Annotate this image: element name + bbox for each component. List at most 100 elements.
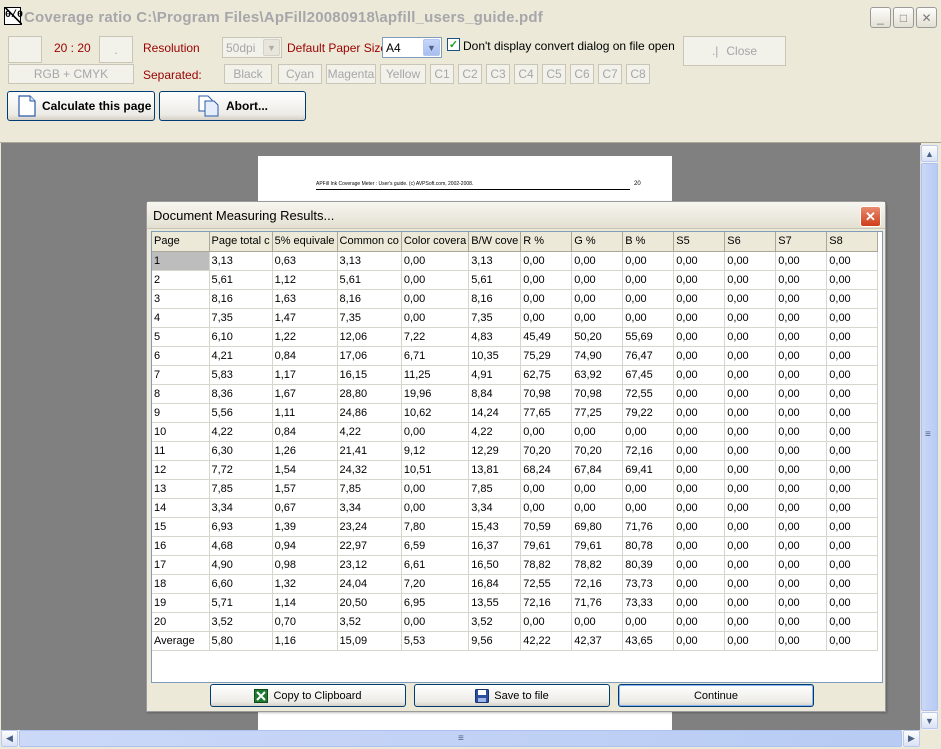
table-cell[interactable]: 0,00 bbox=[673, 555, 726, 575]
table-cell[interactable]: 0,00 bbox=[775, 289, 828, 309]
table-cell[interactable]: 0,00 bbox=[673, 365, 726, 385]
table-cell[interactable]: 0,00 bbox=[826, 365, 879, 385]
separation-button-c8[interactable]: C8 bbox=[626, 64, 650, 84]
table-cell[interactable]: 4,90 bbox=[209, 555, 273, 575]
table-cell[interactable]: 0,00 bbox=[673, 384, 726, 404]
table-cell[interactable]: 7,20 bbox=[401, 574, 470, 594]
table-cell[interactable]: 42,37 bbox=[571, 631, 624, 651]
table-cell[interactable]: 76,47 bbox=[622, 346, 675, 366]
table-cell[interactable]: 79,22 bbox=[622, 403, 675, 423]
table-cell[interactable]: 8,16 bbox=[209, 289, 273, 309]
table-row[interactable]: Average 5,80 1,16 15,09 5,53 9,56 42,22 42,37 43… bbox=[152, 631, 879, 651]
table-cell[interactable]: 72,55 bbox=[520, 574, 573, 594]
table-cell[interactable]: 0,00 bbox=[673, 289, 726, 309]
table-cell[interactable]: 0,00 bbox=[673, 251, 726, 271]
separation-button-black[interactable]: Black bbox=[224, 64, 272, 84]
separation-button-magenta[interactable]: Magenta bbox=[326, 64, 376, 84]
table-cell[interactable]: 55,69 bbox=[622, 327, 675, 347]
table-row[interactable]: 10 4,22 0,84 4,22 0,00 4,22 0,00 0,00 0,00 0,00 0,… bbox=[152, 422, 879, 442]
table-cell[interactable]: 0,00 bbox=[673, 422, 726, 442]
dialog-close-button[interactable]: ✕ bbox=[860, 206, 881, 227]
table-cell[interactable]: 0,00 bbox=[571, 479, 624, 499]
table-cell[interactable]: 16,50 bbox=[468, 555, 522, 575]
table-cell[interactable]: 0,00 bbox=[520, 479, 573, 499]
table-cell[interactable]: 23,24 bbox=[337, 517, 402, 537]
table-cell[interactable]: 0,00 bbox=[724, 498, 777, 518]
table-cell[interactable]: 0,00 bbox=[520, 612, 573, 632]
column-header[interactable]: 5% equivale bbox=[272, 232, 338, 252]
table-row[interactable]: 13 7,85 1,57 7,85 0,00 7,85 0,00 0,00 0,00 0,00 0,… bbox=[152, 479, 879, 499]
table-cell[interactable]: 0,00 bbox=[775, 308, 828, 328]
table-row[interactable]: 16 4,68 0,94 22,97 6,59 16,37 79,61 79,61 80,78 0… bbox=[152, 536, 879, 556]
column-header[interactable]: R % bbox=[520, 232, 573, 252]
table-cell[interactable]: 0,00 bbox=[724, 593, 777, 613]
table-cell[interactable]: 0,00 bbox=[622, 498, 675, 518]
table-cell[interactable]: 13,55 bbox=[468, 593, 522, 613]
table-cell[interactable]: 5,61 bbox=[337, 270, 402, 290]
table-cell[interactable]: 0,00 bbox=[724, 346, 777, 366]
table-cell[interactable]: 63,92 bbox=[571, 365, 624, 385]
table-cell[interactable]: 0,00 bbox=[673, 612, 726, 632]
table-cell[interactable]: 0,00 bbox=[622, 251, 675, 271]
table-cell[interactable]: 77,25 bbox=[571, 403, 624, 423]
table-cell[interactable]: 5,61 bbox=[468, 270, 522, 290]
table-cell[interactable]: 1,12 bbox=[272, 270, 338, 290]
table-cell[interactable]: 1,22 bbox=[272, 327, 338, 347]
table-cell[interactable]: 69,80 bbox=[571, 517, 624, 537]
table-cell[interactable]: 16 bbox=[152, 536, 210, 556]
table-cell[interactable]: 0,00 bbox=[775, 479, 828, 499]
table-cell[interactable]: 5,71 bbox=[209, 593, 273, 613]
column-header[interactable]: B/W cove bbox=[468, 232, 522, 252]
table-cell[interactable]: 0,00 bbox=[724, 536, 777, 556]
table-cell[interactable]: 4,83 bbox=[468, 327, 522, 347]
table-cell[interactable]: 70,98 bbox=[571, 384, 624, 404]
table-cell[interactable]: 0,00 bbox=[724, 365, 777, 385]
table-cell[interactable]: 28,80 bbox=[337, 384, 402, 404]
table-cell[interactable]: 21,41 bbox=[337, 441, 402, 461]
table-cell[interactable]: 0,00 bbox=[401, 498, 470, 518]
table-row[interactable]: 17 4,90 0,98 23,12 6,61 16,50 78,82 78,82 80,39 0… bbox=[152, 555, 879, 575]
table-cell[interactable]: 5 bbox=[152, 327, 210, 347]
table-cell[interactable]: 12,29 bbox=[468, 441, 522, 461]
table-cell[interactable]: 0,00 bbox=[775, 251, 828, 271]
horizontal-scroll-thumb[interactable]: ≡ bbox=[19, 730, 902, 747]
table-cell[interactable]: 0,00 bbox=[826, 593, 879, 613]
table-cell[interactable]: 7,35 bbox=[337, 308, 402, 328]
table-cell[interactable]: 0,84 bbox=[272, 422, 338, 442]
table-cell[interactable]: 0,00 bbox=[775, 327, 828, 347]
separation-button-c2[interactable]: C2 bbox=[458, 64, 482, 84]
table-cell[interactable]: 78,82 bbox=[520, 555, 573, 575]
table-cell[interactable]: 0,00 bbox=[673, 536, 726, 556]
table-cell[interactable]: 0,00 bbox=[622, 289, 675, 309]
dont-display-checkbox[interactable]: ✓ bbox=[447, 38, 460, 51]
table-cell[interactable]: 2 bbox=[152, 270, 210, 290]
scroll-down-button[interactable]: ▼ bbox=[921, 712, 938, 729]
table-cell[interactable]: 0,00 bbox=[724, 479, 777, 499]
table-cell[interactable]: 77,65 bbox=[520, 403, 573, 423]
table-cell[interactable]: 0,00 bbox=[826, 270, 879, 290]
table-cell[interactable]: 13,81 bbox=[468, 460, 522, 480]
table-cell[interactable]: 0,00 bbox=[775, 403, 828, 423]
table-cell[interactable]: 9,12 bbox=[401, 441, 470, 461]
table-cell[interactable]: 70,20 bbox=[571, 441, 624, 461]
table-row[interactable]: 1 3,13 0,63 3,13 0,00 3,13 0,00 0,00 0,00 0,00 0,0… bbox=[152, 251, 879, 271]
table-cell[interactable]: 42,22 bbox=[520, 631, 573, 651]
table-cell[interactable]: 1 bbox=[152, 251, 210, 271]
table-cell[interactable]: 0,00 bbox=[673, 498, 726, 518]
table-cell[interactable]: 80,39 bbox=[622, 555, 675, 575]
table-cell[interactable]: 72,55 bbox=[622, 384, 675, 404]
table-cell[interactable]: 18 bbox=[152, 574, 210, 594]
close-button[interactable]: .| Close bbox=[683, 36, 786, 66]
table-cell[interactable]: 6,61 bbox=[401, 555, 470, 575]
table-cell[interactable]: 0,00 bbox=[775, 593, 828, 613]
table-row[interactable]: 3 8,16 1,63 8,16 0,00 8,16 0,00 0,00 0,00 0,00 0,0… bbox=[152, 289, 879, 309]
table-cell[interactable]: 0,00 bbox=[826, 631, 879, 651]
column-header[interactable]: S5 bbox=[673, 232, 726, 252]
table-row[interactable]: 4 7,35 1,47 7,35 0,00 7,35 0,00 0,00 0,00 0,00 0,0… bbox=[152, 308, 879, 328]
table-row[interactable]: 14 3,34 0,67 3,34 0,00 3,34 0,00 0,00 0,00 0,00 0,… bbox=[152, 498, 879, 518]
blank-button-2[interactable]: . bbox=[99, 36, 133, 63]
table-cell[interactable]: 0,00 bbox=[724, 422, 777, 442]
table-cell[interactable]: 0,00 bbox=[673, 346, 726, 366]
table-cell[interactable]: 15,43 bbox=[468, 517, 522, 537]
close-window-button[interactable]: ✕ bbox=[916, 7, 937, 28]
